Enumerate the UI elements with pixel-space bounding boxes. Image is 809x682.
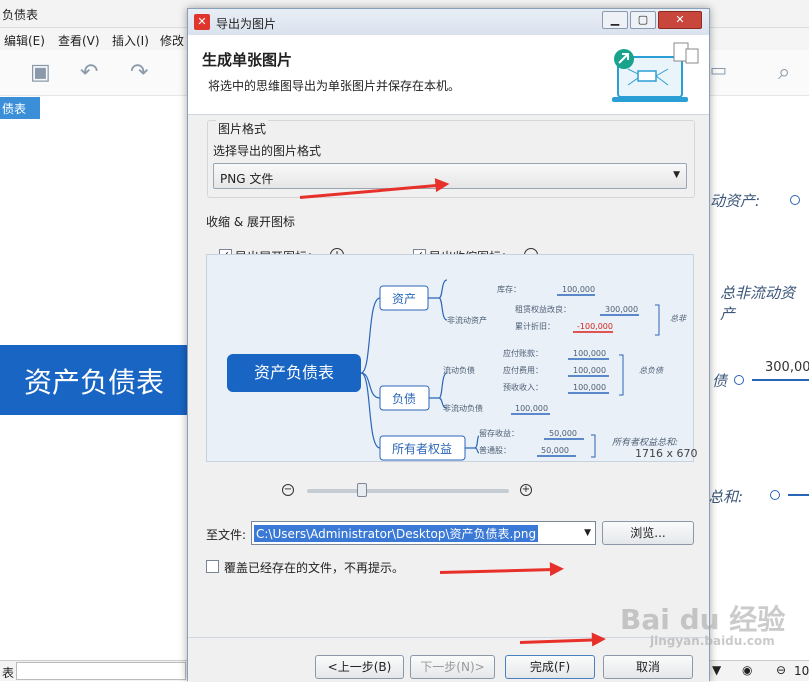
collapse-section-title: 收缩 & 展开图标 xyxy=(206,215,295,229)
redo-icon[interactable]: ↷ xyxy=(130,60,148,85)
root-topic[interactable]: 资产负债表 xyxy=(0,345,190,415)
close-button[interactable]: ✕ xyxy=(658,11,702,29)
status-input[interactable] xyxy=(16,662,186,680)
status-label: 表 xyxy=(2,666,15,680)
preview-item: 累计折旧： xyxy=(515,321,555,331)
preview-branch-liability-label: 负债 xyxy=(392,392,416,406)
preview-item: 普通股： xyxy=(479,445,511,455)
zoom-value: 10 xyxy=(794,664,809,678)
connector-line xyxy=(752,379,809,381)
canvas-label-current-assets: 动资产: xyxy=(710,192,761,210)
export-icon[interactable]: ▭ xyxy=(710,60,727,81)
file-path-input[interactable]: C:\Users\Administrator\Desktop\资产负债表.png… xyxy=(251,521,596,545)
preview-item: 留存收益： xyxy=(479,428,519,438)
collapse-node-icon[interactable] xyxy=(790,195,800,205)
filter-icon[interactable]: ▼ xyxy=(712,663,721,677)
preview-item: 应付账款： xyxy=(503,348,543,358)
menu-modify[interactable]: 修改 xyxy=(160,32,184,49)
canvas-label-total: 总和: xyxy=(708,488,744,506)
preview-item: 库存： xyxy=(497,284,521,294)
finish-button[interactable]: 完成(F) xyxy=(505,655,595,679)
preview-value-negative: -100,000 xyxy=(577,322,613,331)
preview-value: 300,000 xyxy=(605,305,638,314)
preview-item: 非流动负债 xyxy=(443,403,483,413)
preview-item: 流动负债 xyxy=(443,365,475,375)
preview-root-label: 资产负债表 xyxy=(254,363,334,382)
dialog-title-bar: ✕ 导出为图片 ▁ ▢ ✕ xyxy=(188,9,709,35)
watermark-text: Bai du 经验 xyxy=(620,603,786,636)
preview-item: 非流动资产 xyxy=(447,315,487,325)
dialog-header: 生成单张图片 将选中的思维图导出为单张图片并保存在本机。 xyxy=(188,35,709,115)
preview-value: 100,000 xyxy=(515,404,548,413)
connector-line xyxy=(788,494,809,496)
watermark-sub: jingyan.baidu.com xyxy=(650,634,775,648)
eye-icon[interactable]: ◉ xyxy=(742,663,752,677)
preview-item: 预收收入： xyxy=(503,382,543,392)
collapse-node-icon[interactable] xyxy=(734,375,744,385)
preview-branch-equity-label: 所有者权益 xyxy=(392,442,452,456)
cancel-button[interactable]: 取消 xyxy=(603,655,693,679)
baidu-watermark: Bai du 经验 jingyan.baidu.com xyxy=(620,598,785,648)
preview-value: 100,000 xyxy=(562,285,595,294)
dialog-heading: 生成单张图片 xyxy=(202,51,293,69)
zoom-out-icon[interactable]: − xyxy=(282,484,294,496)
next-button[interactable]: 下一步(N)> xyxy=(410,655,495,679)
file-label: 至文件: xyxy=(206,528,247,542)
menu-edit[interactable]: 编辑(E) xyxy=(4,32,45,49)
overwrite-checkbox[interactable] xyxy=(206,560,219,573)
app-title: 负债表 xyxy=(2,8,39,22)
dialog-title: 导出为图片 xyxy=(216,17,277,31)
format-select[interactable]: PNG 文件 ▼ xyxy=(213,163,687,189)
format-prompt: 选择导出的图片格式 xyxy=(213,144,322,158)
preview-value: 100,000 xyxy=(573,383,606,392)
zoom-slider-thumb[interactable] xyxy=(357,483,367,497)
preview-total: 总负债 xyxy=(639,366,664,375)
preview-value: 100,000 xyxy=(573,366,606,375)
menu-insert[interactable]: 插入(I) xyxy=(112,32,149,49)
chevron-down-icon: ▼ xyxy=(673,170,680,180)
canvas-label-liability: 债 xyxy=(712,372,728,390)
format-selected-value: PNG 文件 xyxy=(220,172,274,186)
preview-item: 租赁权益改良： xyxy=(515,304,571,314)
zoom-slider[interactable] xyxy=(307,489,509,493)
export-image-dialog: ✕ 导出为图片 ▁ ▢ ✕ 生成单张图片 将选中的思维图导出为单张图片并保存在本… xyxy=(187,8,710,682)
file-path-value: C:\Users\Administrator\Desktop\资产负债表.png xyxy=(254,525,539,542)
overwrite-label: 覆盖已经存在的文件，不再提示。 xyxy=(224,561,405,575)
mindmap-preview-svg: 资产负债表 资产 负债 所有者权益 库存： 100,000 非流动资产 租赁权益… xyxy=(227,279,687,461)
image-format-title: 图片格式 xyxy=(216,120,269,137)
menu-view[interactable]: 查看(V) xyxy=(58,32,100,49)
preview-value: 100,000 xyxy=(573,349,606,358)
preview-value: 50,000 xyxy=(541,446,569,455)
image-preview: 资产负债表 资产 负债 所有者权益 库存： 100,000 非流动资产 租赁权益… xyxy=(206,254,694,462)
undo-icon[interactable]: ↶ xyxy=(80,60,98,85)
chevron-down-icon[interactable]: ▼ xyxy=(584,528,591,538)
export-illustration-icon xyxy=(612,42,699,102)
canvas-label-noncurrent: 总非流动资产 xyxy=(720,284,796,323)
preview-item: 应付费用： xyxy=(503,365,543,375)
minimize-button[interactable]: ▁ xyxy=(602,11,628,29)
dialog-description: 将选中的思维图导出为单张图片并保存在本机。 xyxy=(208,79,461,93)
document-tab-label: 债表 xyxy=(2,102,27,116)
preview-size: 1716 x 670 xyxy=(635,447,698,460)
preview-total: 总非 xyxy=(670,314,687,323)
zoom-out-icon[interactable]: ⊖ xyxy=(776,663,786,677)
preview-value: 50,000 xyxy=(549,429,577,438)
document-tab[interactable]: 债表 ✕ xyxy=(0,97,40,131)
search-icon[interactable]: ⌕ xyxy=(778,60,790,85)
xmind-logo-icon: ✕ xyxy=(194,14,210,30)
back-button[interactable]: <上一步(B) xyxy=(315,655,404,679)
canvas-value: 300,000 xyxy=(765,360,809,375)
zoom-in-icon[interactable]: + xyxy=(520,484,532,496)
collapse-node-icon[interactable] xyxy=(770,490,780,500)
browse-button[interactable]: 浏览... xyxy=(602,521,694,545)
preview-branch-asset-label: 资产 xyxy=(392,292,416,306)
save-icon[interactable]: ▣ xyxy=(30,60,51,85)
maximize-button[interactable]: ▢ xyxy=(630,11,656,29)
